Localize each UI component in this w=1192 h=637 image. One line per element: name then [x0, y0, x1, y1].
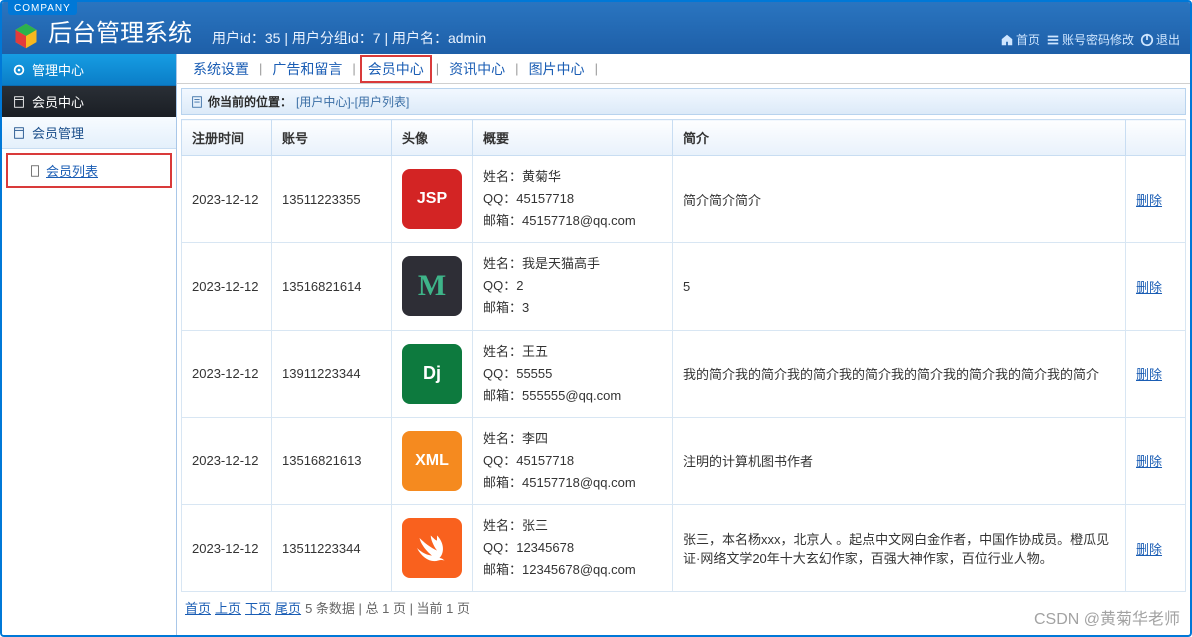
cell-intro: 我的简介我的简介我的简介我的简介我的简介我的简介我的简介我的简介	[673, 330, 1126, 417]
cell-avatar: JSP	[392, 156, 473, 243]
pager-prev[interactable]: 上页	[215, 598, 241, 617]
member-table: 注册时间账号头像概要简介 2023-12-1213511223355JSP姓名：…	[181, 119, 1186, 592]
cell-reg: 2023-12-12	[182, 330, 272, 417]
pwd-link[interactable]: 账号密码修改	[1046, 31, 1134, 48]
pager-next[interactable]: 下页	[245, 598, 271, 617]
sidebar: 管理中心 会员中心 会员管理 会员列表	[2, 54, 177, 635]
home-link[interactable]: 首页	[1000, 31, 1040, 48]
cell-avatar: M	[392, 243, 473, 330]
cell-account: 13516821613	[272, 417, 392, 504]
book-icon	[12, 126, 26, 140]
topnav-item[interactable]: 资讯中心	[443, 57, 511, 81]
cell-account: 13516821614	[272, 243, 392, 330]
column-header: 概要	[473, 120, 673, 156]
delete-link[interactable]: 删除	[1136, 454, 1162, 469]
sidebar-sub-member-mgmt[interactable]: 会员管理	[2, 117, 176, 149]
column-header: 账号	[272, 120, 392, 156]
pager-first[interactable]: 首页	[185, 598, 211, 617]
cell-intro: 注明的计算机图书作者	[673, 417, 1126, 504]
user-info: 用户id：35 | 用户分组id：7 | 用户名：admin	[212, 28, 1000, 48]
cell-avatar	[392, 505, 473, 592]
home-icon	[1000, 33, 1014, 47]
cell-account: 13511223355	[272, 156, 392, 243]
cell-action: 删除	[1126, 330, 1186, 417]
cell-avatar: Dj	[392, 330, 473, 417]
cell-summary: 姓名：我是天猫高手QQ：2邮箱：3	[473, 243, 673, 330]
sidebar-header: 管理中心	[2, 54, 176, 86]
cell-action: 删除	[1126, 505, 1186, 592]
cell-summary: 姓名：王五QQ：55555邮箱：555555@qq.com	[473, 330, 673, 417]
cell-avatar: XML	[392, 417, 473, 504]
list-icon	[1046, 33, 1060, 47]
delete-link[interactable]: 删除	[1136, 193, 1162, 208]
cell-intro: 简介简介简介	[673, 156, 1126, 243]
cell-summary: 姓名：黄菊华QQ：45157718邮箱：45157718@qq.com	[473, 156, 673, 243]
topnav-item[interactable]: 会员中心	[360, 55, 432, 83]
app-header: 后台管理系统 用户id：35 | 用户分组id：7 | 用户名：admin 首页…	[2, 2, 1190, 54]
cell-summary: 姓名：李四QQ：45157718邮箱：45157718@qq.com	[473, 417, 673, 504]
cell-intro: 5	[673, 243, 1126, 330]
power-icon	[1140, 33, 1154, 47]
column-header: 简介	[673, 120, 1126, 156]
doc-icon	[190, 95, 204, 109]
cell-action: 删除	[1126, 243, 1186, 330]
column-header: 头像	[392, 120, 473, 156]
sidebar-leaf-member-list[interactable]: 会员列表	[6, 153, 172, 188]
column-header	[1126, 120, 1186, 156]
breadcrumb: 你当前的位置： [用户中心]-[用户列表]	[181, 88, 1186, 115]
topnav-item[interactable]: 图片中心	[523, 57, 591, 81]
app-title: 后台管理系统	[48, 13, 192, 48]
pager-last[interactable]: 尾页	[275, 598, 301, 617]
cell-reg: 2023-12-12	[182, 417, 272, 504]
cell-reg: 2023-12-12	[182, 156, 272, 243]
delete-link[interactable]: 删除	[1136, 542, 1162, 557]
topnav-item[interactable]: 系统设置	[187, 57, 255, 81]
table-row: 2023-12-1213511223355JSP姓名：黄菊华QQ：4515771…	[182, 156, 1186, 243]
table-row: 2023-12-1213511223344 姓名：张三QQ：12345678邮箱：…	[182, 505, 1186, 592]
avatar: JSP	[402, 169, 462, 229]
gear-icon	[12, 63, 26, 77]
company-tag: COMPANY	[8, 2, 77, 15]
sidebar-group-members[interactable]: 会员中心	[2, 86, 176, 117]
delete-link[interactable]: 删除	[1136, 367, 1162, 382]
cell-action: 删除	[1126, 156, 1186, 243]
top-nav: 系统设置|广告和留言|会员中心|资讯中心|图片中心|	[177, 54, 1190, 84]
pager-info: 5 条数据 | 总 1 页 | 当前 1 页	[305, 598, 470, 617]
avatar	[402, 518, 462, 578]
cell-reg: 2023-12-12	[182, 243, 272, 330]
topnav-item[interactable]: 广告和留言	[266, 57, 348, 81]
cell-account: 13911223344	[272, 330, 392, 417]
table-row: 2023-12-1213516821613XML姓名：李四QQ：45157718…	[182, 417, 1186, 504]
watermark: CSDN @黄菊华老师	[1034, 605, 1180, 629]
delete-link[interactable]: 删除	[1136, 280, 1162, 295]
logout-link[interactable]: 退出	[1140, 31, 1180, 48]
cell-action: 删除	[1126, 417, 1186, 504]
cell-summary: 姓名：张三QQ：12345678邮箱：12345678@qq.com	[473, 505, 673, 592]
column-header: 注册时间	[182, 120, 272, 156]
cell-account: 13511223344	[272, 505, 392, 592]
avatar: Dj	[402, 344, 462, 404]
app-logo-icon	[12, 22, 40, 50]
table-row: 2023-12-1213911223344Dj姓名：王五QQ：55555邮箱：5…	[182, 330, 1186, 417]
cell-intro: 张三，本名杨xxx，北京人 。起点中文网白金作者，中国作协成员。橙瓜见证·网络文…	[673, 505, 1126, 592]
doc-icon	[28, 164, 42, 178]
avatar: M	[402, 256, 462, 316]
cell-reg: 2023-12-12	[182, 505, 272, 592]
book-icon	[12, 95, 26, 109]
table-row: 2023-12-1213516821614M姓名：我是天猫高手QQ：2邮箱：35…	[182, 243, 1186, 330]
avatar: XML	[402, 431, 462, 491]
